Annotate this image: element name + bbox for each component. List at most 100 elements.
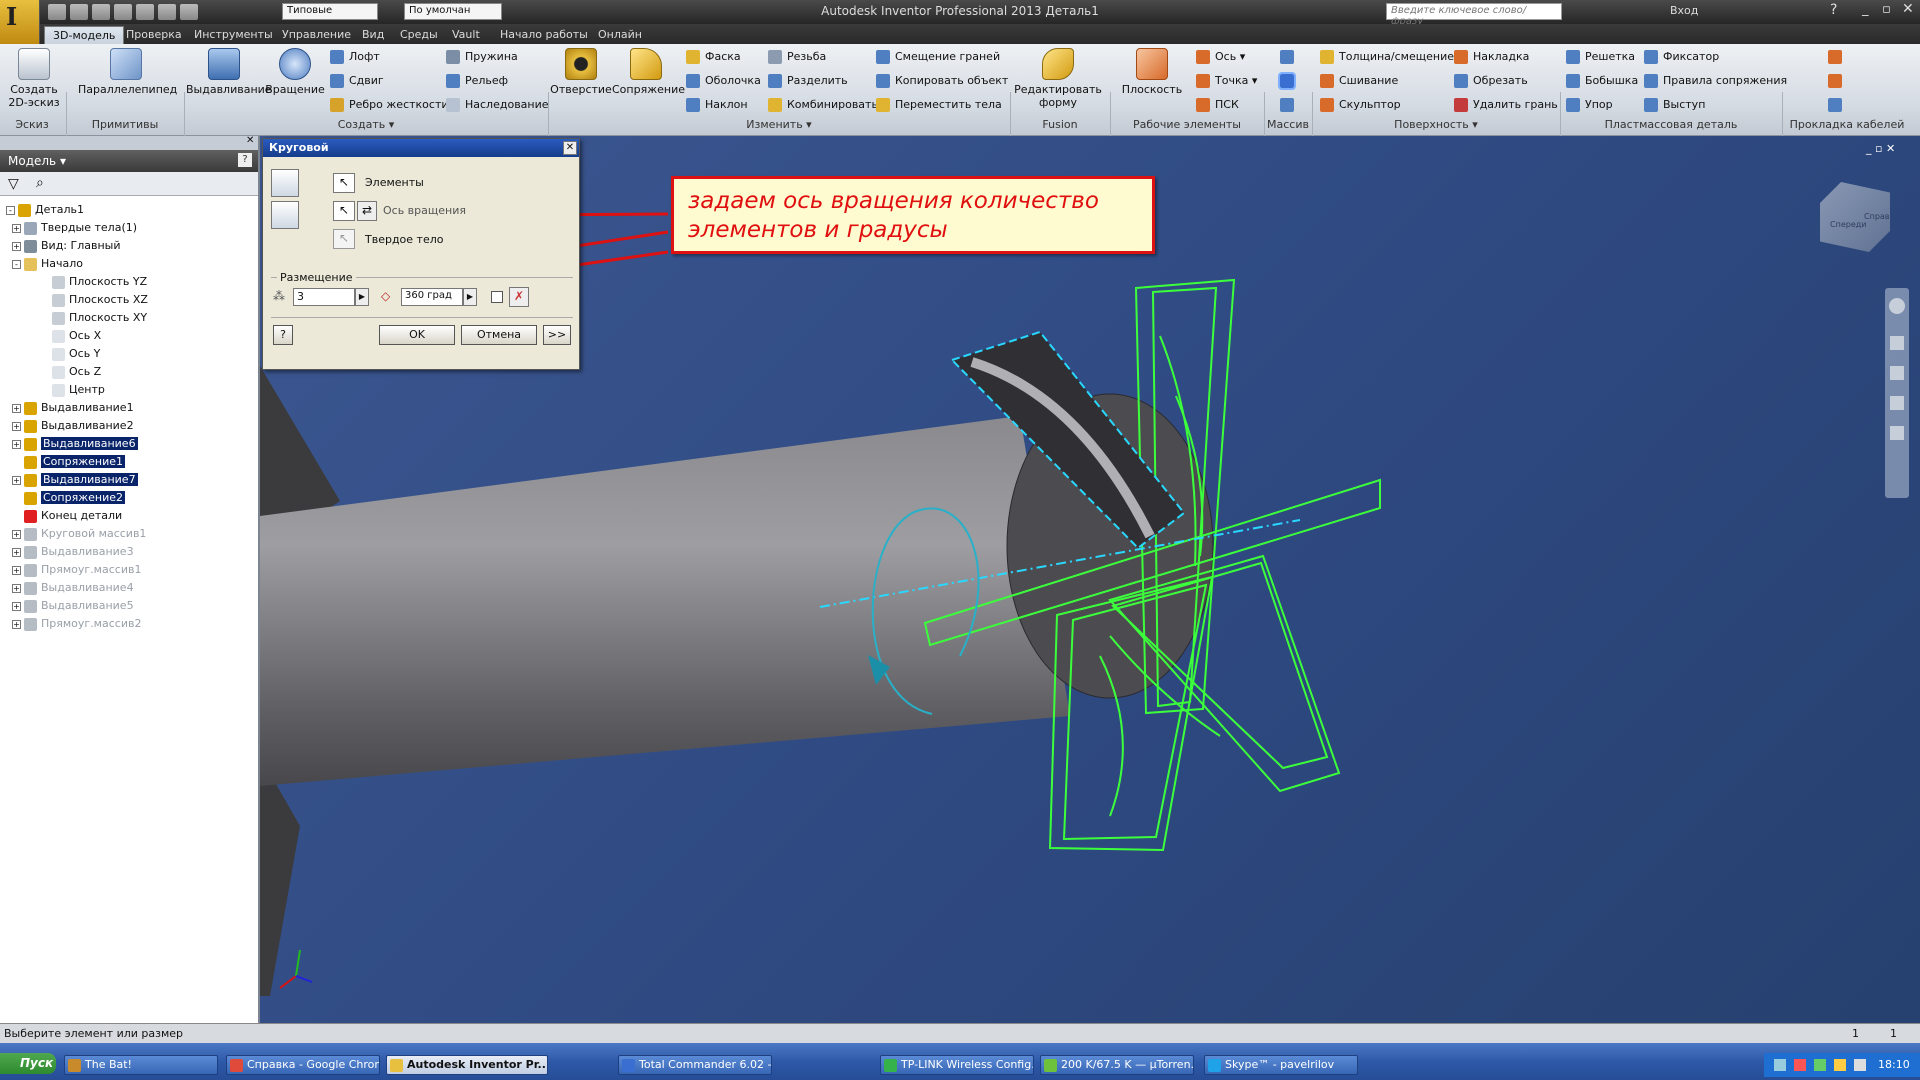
emboss-button[interactable]: Рельеф — [446, 74, 508, 88]
open-icon[interactable] — [70, 4, 88, 20]
expand-icon[interactable]: + — [12, 439, 21, 449]
snap-fit-button[interactable]: Фиксатор — [1644, 50, 1719, 64]
close-icon[interactable]: ✕ — [1902, 1, 1914, 17]
model-browser-header[interactable]: Модель ▾ ? — [0, 150, 258, 172]
rest-button[interactable]: Упор — [1566, 98, 1613, 112]
select-solid-button[interactable]: ↖ — [333, 229, 355, 249]
taskbar-button[interactable]: Skype™ - pavelrilov — [1204, 1055, 1358, 1075]
tree-item[interactable]: + Выдавливание1 — [6, 399, 134, 417]
shell-button[interactable]: Оболочка — [686, 74, 761, 88]
coil-button[interactable]: Пружина — [446, 50, 518, 64]
sweep-button[interactable]: Сдвиг — [330, 74, 384, 88]
point-button[interactable]: Точка ▾ — [1196, 74, 1257, 88]
tab-environments[interactable]: Среды — [392, 26, 446, 44]
panel-help-icon[interactable]: ? — [238, 153, 252, 167]
harness-button-2[interactable] — [1828, 74, 1847, 88]
tree-item[interactable]: + Вид: Главный — [6, 237, 121, 255]
expand-icon[interactable]: + — [12, 241, 21, 251]
midplane-checkbox[interactable] — [491, 291, 503, 303]
tree-item[interactable]: Плоскость XZ — [6, 291, 148, 309]
update-icon[interactable] — [180, 4, 198, 20]
pattern-features-mode-button[interactable] — [271, 169, 299, 197]
tree-item[interactable]: + Круговой массив1 — [6, 525, 146, 543]
tree-item[interactable]: - Начало — [6, 255, 83, 273]
thread-button[interactable]: Резьба — [768, 50, 826, 64]
stitch-button[interactable]: Сшивание — [1320, 74, 1398, 88]
steering-wheel-icon[interactable] — [1889, 298, 1905, 314]
tree-item[interactable]: + Выдавливание4 — [6, 579, 134, 597]
select-features-button[interactable]: ↖ — [333, 173, 355, 193]
tab-inspect[interactable]: Проверка — [118, 26, 190, 44]
taskbar-button[interactable]: 200 K/67.5 K — µTorren... — [1040, 1055, 1194, 1075]
tree-item[interactable]: + Твердые тела(1) — [6, 219, 137, 237]
expand-icon[interactable]: + — [12, 403, 21, 413]
tree-item[interactable]: Плоскость YZ — [6, 273, 147, 291]
flip-axis-button[interactable]: ⇄ — [357, 201, 377, 221]
expand-icon[interactable]: - — [12, 259, 21, 269]
grill-button[interactable]: Решетка — [1566, 50, 1635, 64]
help-icon[interactable]: ? — [1830, 2, 1837, 18]
tree-item[interactable]: + Прямоуг.массив1 — [6, 561, 141, 579]
orbit-icon[interactable] — [1890, 396, 1904, 410]
taskbar-button[interactable]: Справка - Google Chrome — [226, 1055, 380, 1075]
fillet-button[interactable]: Сопряжение — [612, 48, 685, 96]
taskbar-button[interactable]: TP-LINK Wireless Config... — [880, 1055, 1034, 1075]
tree-item[interactable]: Сопряжение2 — [6, 489, 125, 507]
tree-item[interactable]: + Выдавливание3 — [6, 543, 134, 561]
viewcube[interactable]: Спереди Справа — [1820, 182, 1890, 252]
expand-icon[interactable]: + — [12, 619, 21, 629]
harness-button-1[interactable] — [1828, 50, 1847, 64]
loft-button[interactable]: Лофт — [330, 50, 380, 64]
application-menu-button[interactable]: I — [0, 0, 40, 44]
direction-flip-button[interactable]: ✗ — [509, 287, 529, 307]
mirror-button[interactable] — [1280, 98, 1299, 112]
pattern-solid-mode-button[interactable] — [271, 201, 299, 229]
search-input[interactable]: Введите ключевое слово/фразу — [1386, 3, 1562, 27]
language-icon[interactable] — [1794, 1059, 1806, 1071]
look-at-icon[interactable] — [1890, 426, 1904, 440]
tree-item[interactable]: Сопряжение1 — [6, 453, 125, 471]
maximize-icon[interactable]: ▫ — [1882, 2, 1891, 17]
tree-item[interactable]: Плоскость XY — [6, 309, 147, 327]
tree-item[interactable]: Центр — [6, 381, 105, 399]
delete-face-button[interactable]: Удалить грань — [1454, 98, 1558, 112]
pan-icon[interactable] — [1890, 336, 1904, 350]
circular-pattern-button[interactable] — [1278, 72, 1299, 90]
signal-icon[interactable] — [1854, 1059, 1866, 1071]
chamfer-button[interactable]: Фаска — [686, 50, 741, 64]
expand-icon[interactable]: - — [6, 205, 15, 215]
expand-icon[interactable]: + — [12, 583, 21, 593]
tree-item[interactable]: + Прямоуг.массив2 — [6, 615, 141, 633]
patch-button[interactable]: Накладка — [1454, 50, 1529, 64]
expand-icon[interactable]: + — [12, 421, 21, 431]
ucs-button[interactable]: ПСК — [1196, 98, 1239, 112]
minimize-icon[interactable]: _ — [1862, 2, 1869, 17]
expand-icon[interactable]: + — [12, 547, 21, 557]
tree-item[interactable]: + Выдавливание2 — [6, 417, 134, 435]
occurrence-count-input[interactable]: 3 — [293, 288, 355, 306]
expand-icon[interactable]: + — [12, 601, 21, 611]
revolve-button[interactable]: Вращение — [264, 48, 326, 96]
volume-icon[interactable] — [1834, 1059, 1846, 1071]
derive-button[interactable]: Наследование — [446, 98, 549, 112]
appearance-combo[interactable]: Типовые — [282, 3, 378, 20]
split-button[interactable]: Разделить — [768, 74, 848, 88]
tab-3d-model[interactable]: 3D-модель — [44, 26, 125, 44]
tree-item[interactable]: + Выдавливание6 — [6, 435, 138, 453]
boss-button[interactable]: Бобышка — [1566, 74, 1638, 88]
extrude-button[interactable]: Выдавливание — [186, 48, 272, 96]
tree-item[interactable]: - Деталь1 — [6, 201, 84, 219]
help-button[interactable]: ? — [273, 325, 293, 345]
expand-icon[interactable]: + — [12, 475, 21, 485]
tree-item[interactable]: Конец детали — [6, 507, 122, 525]
save-icon[interactable] — [92, 4, 110, 20]
combine-button[interactable]: Комбинировать — [768, 98, 878, 112]
taskbar-button[interactable]: Total Commander 6.02 - ... — [618, 1055, 772, 1075]
find-icon[interactable]: ⌕ — [36, 175, 44, 191]
material-combo[interactable]: По умолчан — [404, 3, 502, 20]
expand-icon[interactable]: + — [12, 223, 21, 233]
create-2d-sketch-button[interactable]: Создать 2D-эскиз — [6, 48, 62, 109]
dialog-close-icon[interactable]: ✕ — [563, 141, 577, 155]
move-bodies-button[interactable]: Переместить тела — [876, 98, 1002, 112]
draft-button[interactable]: Наклон — [686, 98, 748, 112]
